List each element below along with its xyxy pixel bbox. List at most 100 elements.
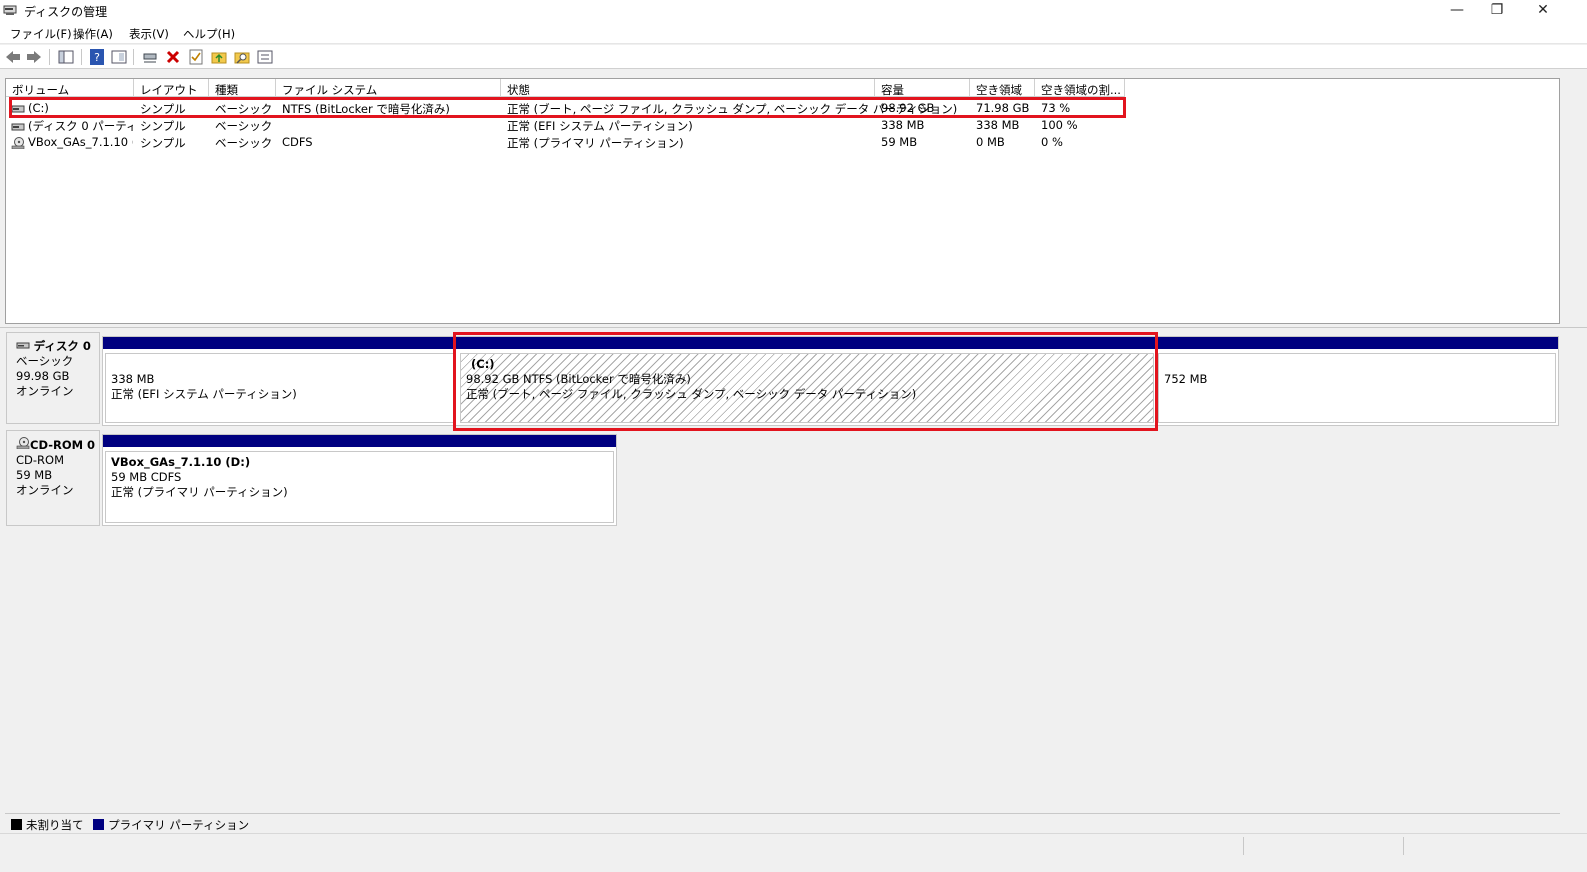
partition-size: 59 MB CDFS [111,470,182,484]
partition-recovery[interactable]: 752 MB [1156,337,1558,425]
partition-d[interactable]: VBox_GAs_7.1.10 (D:) 59 MB CDFS 正常 (プライマ… [103,435,616,525]
volume-list[interactable]: ボリューム レイアウト 種類 ファイル システム 状態 容量 空き領域 空き領域… [5,78,1560,324]
column-header-layout[interactable]: レイアウト [134,79,209,97]
volume-layout: シンプル [140,102,186,116]
forward-arrow-icon[interactable] [25,48,43,66]
volume-capacity: 338 MB [881,118,925,132]
folder-up-icon[interactable] [210,48,228,66]
cdrom-icon [16,437,30,450]
pane-splitter[interactable] [0,324,1587,328]
cdrom-0-partitions: VBox_GAs_7.1.10 (D:) 59 MB CDFS 正常 (プライマ… [102,434,617,526]
options-icon[interactable] [256,48,274,66]
partition-title: VBox_GAs_7.1.10 (D:) [111,455,251,469]
back-arrow-icon[interactable] [4,48,22,66]
volume-layout: シンプル [140,136,186,150]
disk-graphical-view: ディスク 0 ベーシック 99.98 GB オンライン 338 MB 正常 (E… [5,330,1560,810]
primary-partition-swatch [93,819,105,830]
volume-free-percent: 73 % [1041,101,1071,115]
restore-button[interactable]: ❐ [1474,0,1520,22]
close-button[interactable]: ✕ [1520,0,1566,22]
cdrom-0-label[interactable]: CD-ROM 0 CD-ROM 59 MB オンライン [6,430,100,526]
properties-icon[interactable] [110,48,128,66]
column-header-capacity[interactable]: 容量 [875,79,970,97]
column-header-status[interactable]: 状態 [501,79,875,97]
drive-icon [11,123,25,130]
volume-capacity: 98.92 GB [881,101,935,115]
volume-capacity: 59 MB [881,135,918,149]
menu-help[interactable]: ヘルプ(H) [183,26,235,42]
delete-icon[interactable] [164,48,182,66]
column-header-free-percent[interactable]: 空き領域の割... [1035,79,1125,97]
toolbar-separator [133,49,134,65]
volume-filesystem: CDFS [282,135,313,149]
status-divider [1243,837,1244,855]
svg-text:?: ? [94,51,100,64]
volume-row[interactable]: VBox_GAs_7.1.10 (... シンプル ベーシック CDFS 正常 … [6,133,1126,150]
volume-free-space: 71.98 GB [976,101,1030,115]
drive-icon [11,105,25,112]
volume-free-space: 338 MB [976,118,1020,132]
partition-status: 正常 (ブート, ページ ファイル, クラッシュ ダンプ, ベーシック データ … [466,387,917,401]
volume-name: VBox_GAs_7.1.10 (... [28,135,133,149]
volume-layout: シンプル [140,119,186,133]
help-icon[interactable]: ? [88,48,106,66]
folder-search-icon[interactable] [233,48,251,66]
disk-state: オンライン [16,483,74,497]
check-icon[interactable] [187,48,205,66]
status-bar [0,833,1587,857]
disk-name: ディスク 0 [33,339,91,353]
volume-type: ベーシック [215,102,273,116]
partition-c[interactable]: (C:) 98.92 GB NTFS (BitLocker で暗号化済み) 正常… [458,337,1156,425]
disk-type: ベーシック [16,354,74,368]
partition-status: 正常 (プライマリ パーティション) [111,485,288,499]
disk-management-app-icon [3,5,17,15]
disk-state: オンライン [16,384,74,398]
unallocated-swatch [11,819,22,830]
toolbar: ? [0,45,1587,69]
status-divider [1403,837,1404,855]
partition-status: 正常 (EFI システム パーティション) [111,387,297,401]
volume-name: (ディスク 0 パーティシ... [28,119,133,133]
menu-file[interactable]: ファイル(F) [10,26,72,42]
menu-action[interactable]: 操作(A) [73,26,113,42]
legend: 未割り当て プライマリ パーティション [5,813,1560,832]
volume-status: 正常 (プライマリ パーティション) [507,136,684,150]
partition-title: (C:) [471,357,495,371]
column-header-free-space[interactable]: 空き領域 [970,79,1035,97]
legend-unallocated: 未割り当て [26,818,84,832]
volume-free-percent: 0 % [1041,135,1063,149]
disk-type: CD-ROM [16,453,64,467]
menu-bar: ファイル(F) 操作(A) 表示(V) ヘルプ(H) [0,22,1587,44]
partition-size: 752 MB [1164,372,1208,386]
toolbar-separator [49,49,50,65]
disk-0-partitions: 338 MB 正常 (EFI システム パーティション) (C:) 98.92 … [102,336,1559,426]
drive-icon [16,342,30,349]
column-header-filesystem[interactable]: ファイル システム [276,79,501,97]
connect-icon[interactable] [141,48,159,66]
window-title: ディスクの管理 [24,5,108,19]
volume-row[interactable]: (ディスク 0 パーティシ... シンプル ベーシック 正常 (EFI システム… [6,116,1126,133]
volume-free-space: 0 MB [976,135,1005,149]
disk-size: 59 MB [16,468,53,482]
volume-row[interactable]: (C:) シンプル ベーシック NTFS (BitLocker で暗号化済み) … [6,99,1126,116]
primary-partition-bar [458,337,1156,349]
volume-type: ベーシック [215,119,273,133]
show-hide-console-tree-icon[interactable] [57,48,75,66]
menu-view[interactable]: 表示(V) [129,26,169,42]
volume-name: (C:) [28,101,49,115]
disk-management-window: ディスクの管理 — ❐ ✕ ファイル(F) 操作(A) 表示(V) ヘルプ(H)… [0,0,1587,872]
primary-partition-bar [103,435,616,447]
partition-size: 338 MB [111,372,155,386]
volume-type: ベーシック [215,136,273,150]
primary-partition-bar [1156,337,1558,349]
column-header-type[interactable]: 種類 [209,79,276,97]
primary-partition-bar [103,337,458,349]
title-bar[interactable]: ディスクの管理 — ❐ ✕ [0,0,1587,22]
partition-efi[interactable]: 338 MB 正常 (EFI システム パーティション) [103,337,458,425]
volume-status: 正常 (EFI システム パーティション) [507,119,693,133]
disk-0-label[interactable]: ディスク 0 ベーシック 99.98 GB オンライン [6,332,100,424]
legend-primary: プライマリ パーティション [108,818,250,832]
toolbar-separator [81,49,82,65]
column-header-volume[interactable]: ボリューム [6,79,134,97]
volume-free-percent: 100 % [1041,118,1078,132]
